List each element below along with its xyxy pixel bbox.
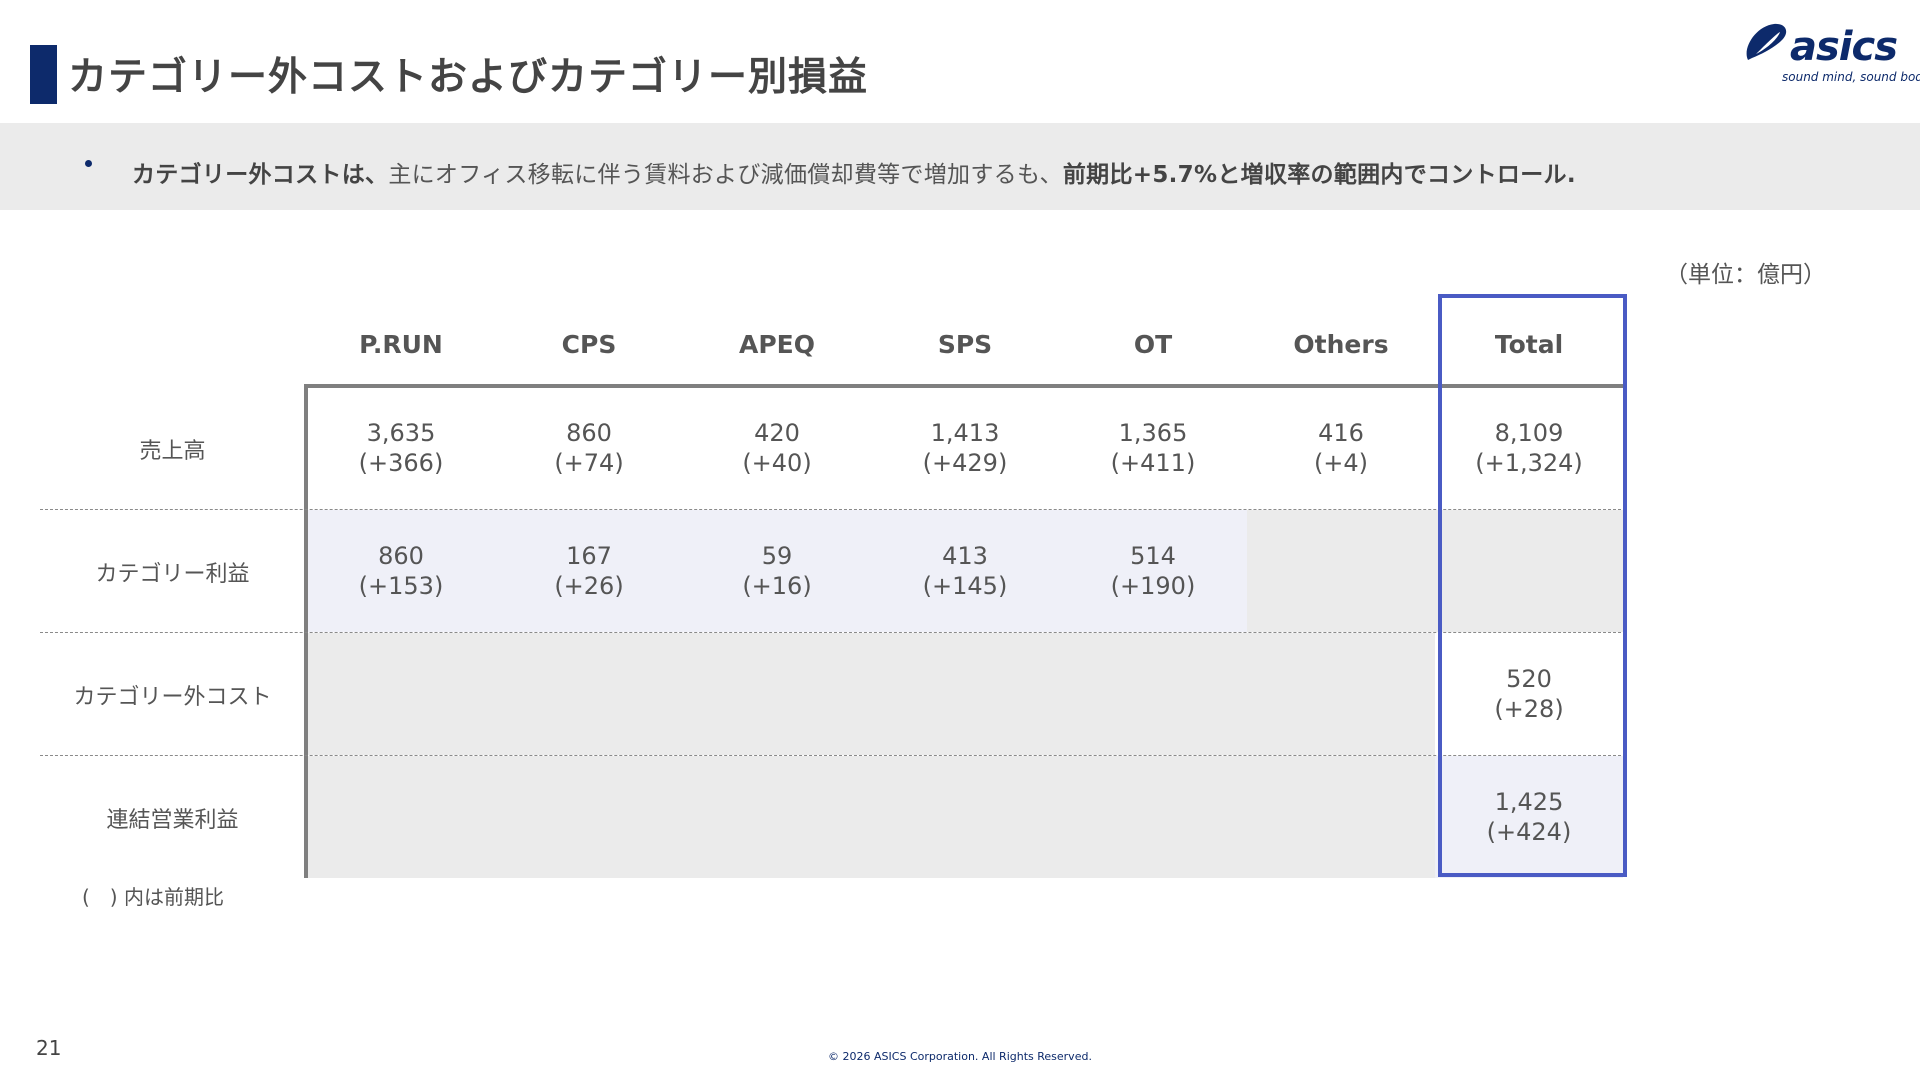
column-header: Others [1293,330,1389,359]
cell-value: 413 [942,542,988,570]
table-cell-empty [1247,756,1435,878]
cell-value: 3,635 [366,419,436,447]
cell-value: 416 [1318,419,1364,447]
table-cell: 3,635 (+366) [307,387,495,509]
row-divider [40,509,1626,510]
column-header: P.RUN [359,330,443,359]
row-label-operating-profit: 連結営業利益 [106,808,239,833]
table-cell: 514 (+190) [1059,510,1247,632]
row-label-non-category-cost: カテゴリー外コスト [73,685,272,710]
cell-value: 1,413 [930,419,1000,447]
table-cell: 860 (+153) [307,510,495,632]
asics-logo: asics sound mind, sound body [1742,18,1920,88]
page-title: カテゴリー外コストおよびカテゴリー別損益 [68,55,869,100]
cell-change: (+429) [922,449,1008,477]
summary-part2: 主にオフィス移転に伴う賃料および減価償却費等で増加するも、 [388,162,1063,188]
cell-change: (+190) [1110,572,1196,600]
logo-wordmark: asics [1790,24,1898,70]
column-header: OT [1133,330,1173,359]
table-cell-empty [1247,633,1435,755]
table-header-rule [304,384,1626,388]
summary-part3: 前期比+5.7%と増収率の範囲内でコントロール. [1062,162,1576,188]
cell-value: 420 [754,419,800,447]
title-accent-bar [30,45,57,104]
cell-value: 514 [1130,542,1176,570]
cell-change: (+411) [1110,449,1196,477]
cell-value: 1,365 [1118,419,1188,447]
table-cell-empty [495,756,683,878]
column-header: CPS [561,330,617,359]
cell-change: (+366) [358,449,444,477]
table-cell: 1,365 (+411) [1059,387,1247,509]
cell-change: (+40) [742,449,812,477]
column-header: APEQ [738,330,815,359]
column-header: SPS [937,330,993,359]
bullet-icon [85,160,92,167]
table-cell: 416 (+4) [1247,387,1435,509]
table-footnote: ( ) 内は前期比 [82,885,224,909]
logo-tagline: sound mind, sound body [1782,70,1920,84]
cell-change: (+74) [554,449,624,477]
cell-value: 860 [378,542,424,570]
slide: カテゴリー外コストおよびカテゴリー別損益 asics sound mind, s… [0,0,1920,1080]
table-cell-empty [683,756,871,878]
row-label-sales: 売上高 [139,439,206,464]
row-divider [40,755,1626,756]
cell-value: 59 [761,542,793,570]
table-cell: 167 (+26) [495,510,683,632]
cell-change: (+4) [1313,449,1369,477]
total-column-highlight [1438,294,1627,877]
table-cell-empty [871,756,1059,878]
table-cell: 59 (+16) [683,510,871,632]
row-label-category-profit: カテゴリー利益 [95,562,250,587]
table-cell: 1,413 (+429) [871,387,1059,509]
cell-value: 167 [566,542,612,570]
table-cell-empty [307,756,495,878]
table-cell-empty [683,633,871,755]
table-cell: 420 (+40) [683,387,871,509]
copyright: © 2026 ASICS Corporation. All Rights Res… [828,1050,1092,1063]
row-divider [40,632,1626,633]
table-cell-empty [1059,633,1247,755]
table-cell-empty [307,633,495,755]
cell-change: (+145) [922,572,1008,600]
table-cell-empty [1059,756,1247,878]
summary-part1: カテゴリー外コストは、 [132,162,389,188]
cell-change: (+26) [554,572,624,600]
cell-change: (+153) [358,572,444,600]
cell-value: 860 [566,419,612,447]
table-cell: 860 (+74) [495,387,683,509]
table-cell-empty [871,633,1059,755]
cell-change: (+16) [742,572,812,600]
unit-label: （単位：億円） [1665,262,1826,288]
table-cell: 413 (+145) [871,510,1059,632]
asics-spiral-icon [1746,23,1787,60]
table-cell-empty [1247,510,1435,632]
summary-text: カテゴリー外コストは、主にオフィス移転に伴う賃料および減価償却費等で増加するも、… [132,155,1576,189]
table-cell-empty [495,633,683,755]
